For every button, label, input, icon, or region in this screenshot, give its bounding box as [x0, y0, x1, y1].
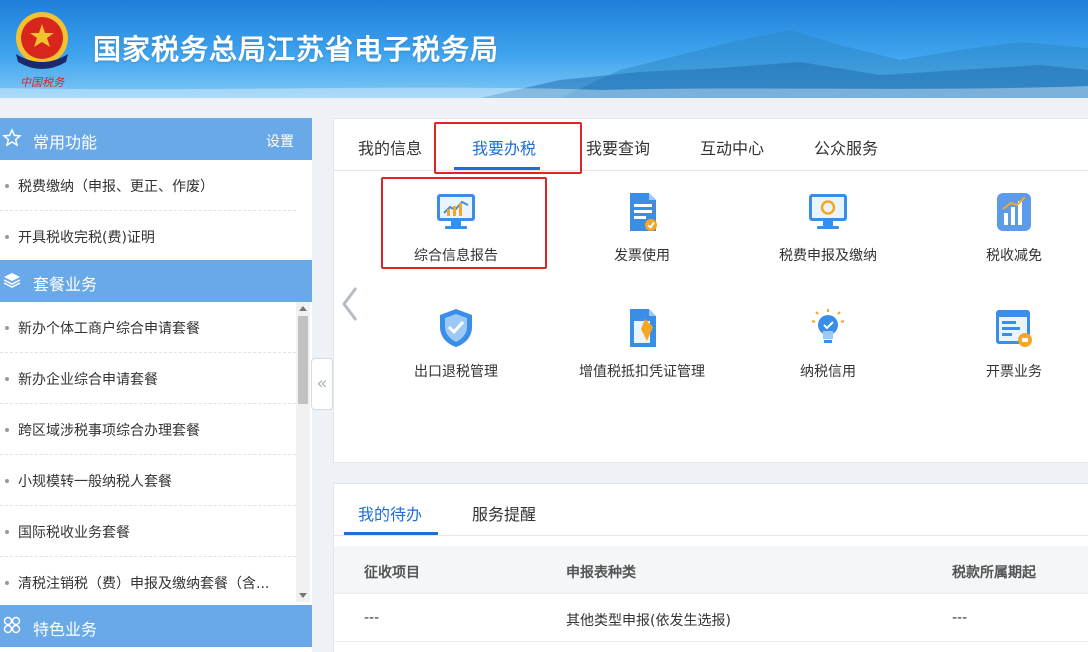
sidebar-scrollbar[interactable] [296, 302, 310, 602]
site-header: 中国税务 国家税务总局江苏省电子税务局 [0, 0, 1088, 98]
bullet [5, 184, 9, 188]
tile-label: 税收减免 [986, 248, 1042, 264]
sidebar-item-package-3[interactable]: 跨区域涉税事项综合办理套餐 [0, 404, 296, 455]
bullet [5, 235, 9, 239]
sidebar-item-label: 税费缴纳（申报、更正、作废） [18, 179, 214, 195]
layers-icon [3, 273, 21, 288]
star-outline-icon [2, 128, 22, 147]
svg-text:中国税务: 中国税务 [20, 76, 65, 89]
tile-export-refund[interactable]: 出口退税管理 [366, 307, 546, 397]
sidebar-item-label: 新办企业综合申请套餐 [18, 372, 158, 388]
todo-panel: 我的待办 服务提醒 征收项目 申报表种类 税款所属期起 --- 其他类型申报(依… [333, 483, 1088, 652]
tile-label: 税费申报及缴纳 [779, 248, 877, 264]
tab-public-service[interactable]: 公众服务 [814, 135, 878, 159]
section-header-packages[interactable]: 套餐业务 [0, 260, 312, 302]
tile-label: 综合信息报告 [414, 248, 498, 264]
tile-invoicing[interactable]: 开票业务 [924, 307, 1088, 397]
table-cell: 其他类型申报(依发生选报) [566, 613, 731, 629]
sidebar-item-package-6[interactable]: 清税注销税（费）申报及缴纳套餐（含... [0, 557, 296, 608]
column-header: 征收项目 [364, 565, 420, 581]
shield-check-icon [440, 309, 472, 347]
lightbulb-icon [811, 309, 845, 343]
bullet [5, 326, 9, 330]
chevron-left-icon[interactable] [338, 284, 362, 324]
tile-label: 出口退税管理 [414, 364, 498, 380]
table-cell: --- [364, 610, 380, 626]
settings-link[interactable]: 设置 [266, 131, 294, 151]
section-title: 套餐业务 [33, 275, 98, 294]
tab-service-reminder[interactable]: 服务提醒 [472, 501, 536, 525]
scroll-up-arrow-icon[interactable] [299, 306, 307, 311]
tile-tax-relief[interactable]: 税收减免 [924, 191, 1088, 281]
site-title: 国家税务总局江苏省电子税务局 [93, 33, 500, 66]
tile-vat-deduction[interactable]: 增值税抵扣凭证管理 [552, 307, 732, 397]
column-header: 税款所属期起 [952, 565, 1036, 581]
table-row[interactable]: --- 其他类型申报(依发生选报) --- [334, 594, 1088, 642]
sidebar-item-label: 小规模转一般纳税人套餐 [18, 474, 172, 490]
section-title: 常用功能 [33, 133, 98, 152]
bullet [5, 530, 9, 534]
collapse-sidebar-button[interactable]: « [311, 358, 333, 410]
monitor-refresh-icon [809, 194, 847, 229]
sidebar-item-package-4[interactable]: 小规模转一般纳税人套餐 [0, 455, 296, 506]
tab-interaction[interactable]: 互动中心 [700, 135, 764, 159]
service-panel: 我的信息 我要办税 我要查询 互动中心 公众服务 综合信息报告 发票使用 税费申… [333, 118, 1088, 463]
document-pen-icon [630, 309, 656, 347]
sidebar-item-package-2[interactable]: 新办企业综合申请套餐 [0, 353, 296, 404]
active-tab-indicator [344, 532, 438, 535]
tile-tax-declaration[interactable]: 税费申报及缴纳 [738, 191, 918, 281]
browser-form-icon [996, 310, 1032, 347]
tab-my-info[interactable]: 我的信息 [358, 135, 422, 159]
sidebar-item-label: 清税注销税（费）申报及缴纳套餐（含... [18, 576, 270, 592]
bar-chart-icon [997, 193, 1031, 231]
tile-label: 发票使用 [614, 248, 670, 264]
sidebar-item-label: 开具税收完税(费)证明 [18, 230, 155, 246]
sidebar: 常用功能 设置 税费缴纳（申报、更正、作废） 开具税收完税(费)证明 套餐业务 … [0, 118, 312, 652]
table-cell: --- [952, 610, 968, 626]
tab-query[interactable]: 我要查询 [586, 135, 650, 159]
table-header: 征收项目 申报表种类 税款所属期起 [334, 546, 1088, 594]
tile-info-report[interactable]: 综合信息报告 [366, 191, 546, 281]
highlight-box-tab [434, 122, 582, 174]
sidebar-item-tax-certificate[interactable]: 开具税收完税(费)证明 [0, 211, 296, 262]
tile-label: 增值税抵扣凭证管理 [579, 364, 705, 380]
bullet [5, 581, 9, 585]
bullet [5, 428, 9, 432]
tax-emblem-logo: 中国税务 [16, 12, 68, 89]
scroll-thumb[interactable] [298, 316, 308, 404]
scroll-down-arrow-icon[interactable] [299, 593, 307, 598]
sidebar-item-package-1[interactable]: 新办个体工商户综合申请套餐 [0, 302, 296, 353]
section-header-common[interactable]: 常用功能 设置 [0, 118, 312, 160]
sidebar-item-package-5[interactable]: 国际税收业务套餐 [0, 506, 296, 557]
invoice-document-icon [630, 193, 657, 231]
sidebar-item-label: 国际税收业务套餐 [18, 525, 130, 541]
tile-invoice-use[interactable]: 发票使用 [552, 191, 732, 281]
sidebar-item-label: 新办个体工商户综合申请套餐 [18, 321, 200, 337]
section-title: 特色业务 [33, 620, 98, 639]
tile-label: 纳税信用 [800, 364, 856, 380]
bullet [5, 479, 9, 483]
tab-my-todo[interactable]: 我的待办 [358, 501, 422, 525]
todo-tabs: 我的待办 服务提醒 [334, 484, 1088, 536]
sidebar-item-label: 跨区域涉税事项综合办理套餐 [18, 423, 200, 439]
tile-tax-credit[interactable]: 纳税信用 [738, 307, 918, 397]
monitor-chart-icon [437, 194, 475, 229]
column-header: 申报表种类 [566, 565, 636, 581]
sidebar-item-tax-payment[interactable]: 税费缴纳（申报、更正、作废） [0, 160, 296, 211]
bullet [5, 377, 9, 381]
clover-grid-icon [3, 616, 21, 634]
tile-label: 开票业务 [986, 364, 1042, 380]
section-header-special[interactable]: 特色业务 [0, 605, 312, 647]
